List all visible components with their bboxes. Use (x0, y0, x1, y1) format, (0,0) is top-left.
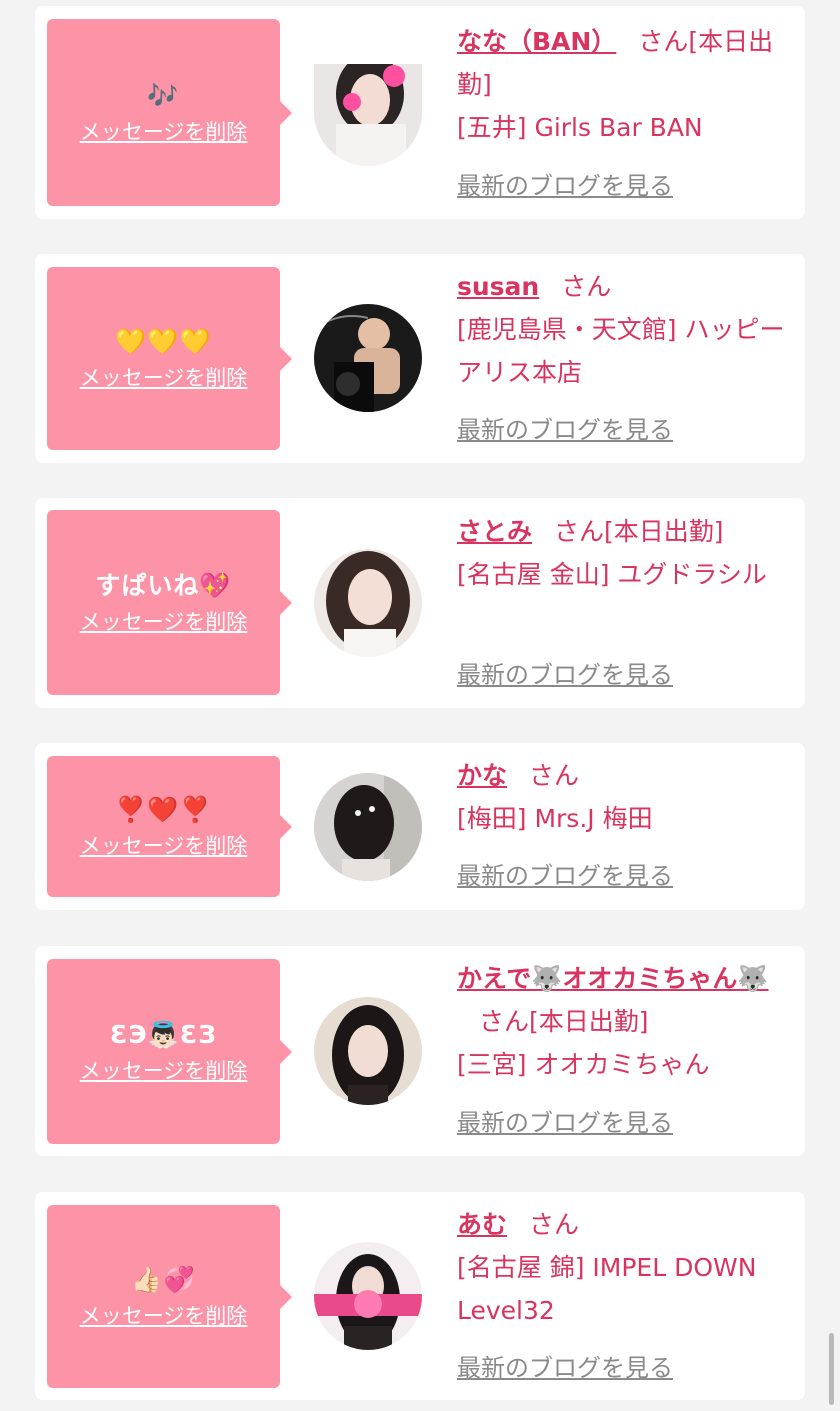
message-text: すぱいね💖 (95, 570, 232, 600)
shop-name: [鹿児島県・天文館] ハッピーアリス本店 (457, 315, 785, 387)
avatar[interactable] (314, 997, 422, 1105)
message-card: 👍🏻💞 メッセージを削除 あむ さん [名古屋 錦] IMPEL DOWN Lev… (35, 1192, 805, 1400)
attendance-tag: [本日出勤] (604, 517, 724, 546)
message-card: ❣️❤️❣️ メッセージを削除 かな さん [梅田] Mrs.J 梅田 最新のブロ… (35, 743, 805, 910)
message-card: 💛💛💛 メッセージを削除 susan さん [鹿児島県・天文館] ハッピーアリス本… (35, 254, 805, 463)
avatar[interactable] (314, 1242, 422, 1350)
cast-name-link[interactable]: susan (457, 272, 539, 301)
blog-link[interactable]: 最新のブログを見る (457, 861, 673, 891)
message-card: 🎶 メッセージを削除 なな（BAN） さん[本日出勤] [五井] Girls Ba… (35, 6, 805, 219)
message-text: ❣️❤️❣️ (115, 794, 212, 824)
blog-link[interactable]: 最新のブログを見る (457, 415, 673, 445)
message-card: すぱいね💖 メッセージを削除 さとみ さん[本日出勤] [名古屋 金山] ユグドラ… (35, 498, 805, 708)
blog-link[interactable]: 最新のブログを見る (457, 1108, 673, 1138)
message-text: ƐЭ👼🏻ƐЗ (109, 1019, 218, 1049)
shop-name: [三宮] オオカミちゃん (457, 1050, 710, 1079)
cast-info: かな さん [梅田] Mrs.J 梅田 (457, 754, 793, 840)
honorific: さん (561, 272, 612, 301)
avatar[interactable] (314, 64, 422, 166)
attendance-tag: [本日出勤] (529, 1007, 649, 1036)
cast-name-link[interactable]: さとみ (457, 517, 532, 546)
shop-name: [五井] Girls Bar BAN (457, 113, 703, 142)
cast-info: なな（BAN） さん[本日出勤] [五井] Girls Bar BAN (457, 20, 793, 149)
delete-message-link[interactable]: メッセージを削除 (80, 608, 248, 636)
honorific: さん (479, 1007, 530, 1036)
avatar-photo-icon (314, 1242, 422, 1350)
blog-link[interactable]: 最新のブログを見る (457, 1353, 673, 1383)
delete-message-link[interactable]: メッセージを削除 (80, 832, 248, 860)
cast-info: かえで🐺オオカミちゃん🐺 さん[本日出勤] [三宮] オオカミちゃん (457, 957, 793, 1086)
message-bubble: ƐЭ👼🏻ƐЗ メッセージを削除 (47, 959, 292, 1144)
shop-name: [名古屋 金山] ユグドラシル (457, 560, 767, 589)
avatar[interactable] (314, 773, 422, 881)
message-bubble: ❣️❤️❣️ メッセージを削除 (47, 756, 292, 897)
avatar-photo-icon (314, 64, 422, 166)
cast-info: susan さん [鹿児島県・天文館] ハッピーアリス本店 (457, 265, 793, 394)
shop-name: [梅田] Mrs.J 梅田 (457, 804, 653, 833)
blog-link[interactable]: 最新のブログを見る (457, 660, 673, 690)
cast-name-link[interactable]: あむ (457, 1210, 507, 1239)
honorific: さん (529, 761, 580, 790)
cast-name-link[interactable]: かえで🐺オオカミちゃん🐺 (457, 964, 769, 993)
avatar-photo-icon (314, 549, 422, 657)
message-text: 💛💛💛 (115, 326, 212, 356)
delete-message-link[interactable]: メッセージを削除 (80, 1057, 248, 1085)
honorific: さん (529, 1210, 580, 1239)
avatar[interactable] (314, 549, 422, 657)
blog-link[interactable]: 最新のブログを見る (457, 171, 673, 201)
delete-message-link[interactable]: メッセージを削除 (80, 364, 248, 392)
message-card: ƐЭ👼🏻ƐЗ メッセージを削除 かえで🐺オオカミちゃん🐺 さん[本日出勤] [三宮… (35, 946, 805, 1156)
avatar-photo-icon (314, 997, 422, 1105)
message-bubble: 👍🏻💞 メッセージを削除 (47, 1205, 292, 1388)
message-text: 👍🏻💞 (131, 1264, 196, 1294)
avatar[interactable] (314, 304, 422, 412)
cast-name-link[interactable]: なな（BAN） (457, 27, 616, 56)
message-bubble: 💛💛💛 メッセージを削除 (47, 267, 292, 450)
avatar-photo-icon (314, 304, 422, 412)
honorific: さん (554, 517, 605, 546)
scrollbar[interactable] (829, 1333, 834, 1405)
honorific: さん (638, 27, 689, 56)
message-bubble: すぱいね💖 メッセージを削除 (47, 510, 292, 695)
message-text: 🎶 (147, 80, 180, 110)
cast-info: さとみ さん[本日出勤] [名古屋 金山] ユグドラシル (457, 510, 793, 596)
avatar-photo-icon (314, 773, 422, 881)
message-bubble: 🎶 メッセージを削除 (47, 19, 292, 206)
delete-message-link[interactable]: メッセージを削除 (80, 118, 248, 146)
shop-name: [名古屋 錦] IMPEL DOWN Level32 (457, 1253, 757, 1325)
cast-name-link[interactable]: かな (457, 761, 507, 790)
delete-message-link[interactable]: メッセージを削除 (80, 1302, 248, 1330)
cast-info: あむ さん [名古屋 錦] IMPEL DOWN Level32 (457, 1203, 793, 1332)
